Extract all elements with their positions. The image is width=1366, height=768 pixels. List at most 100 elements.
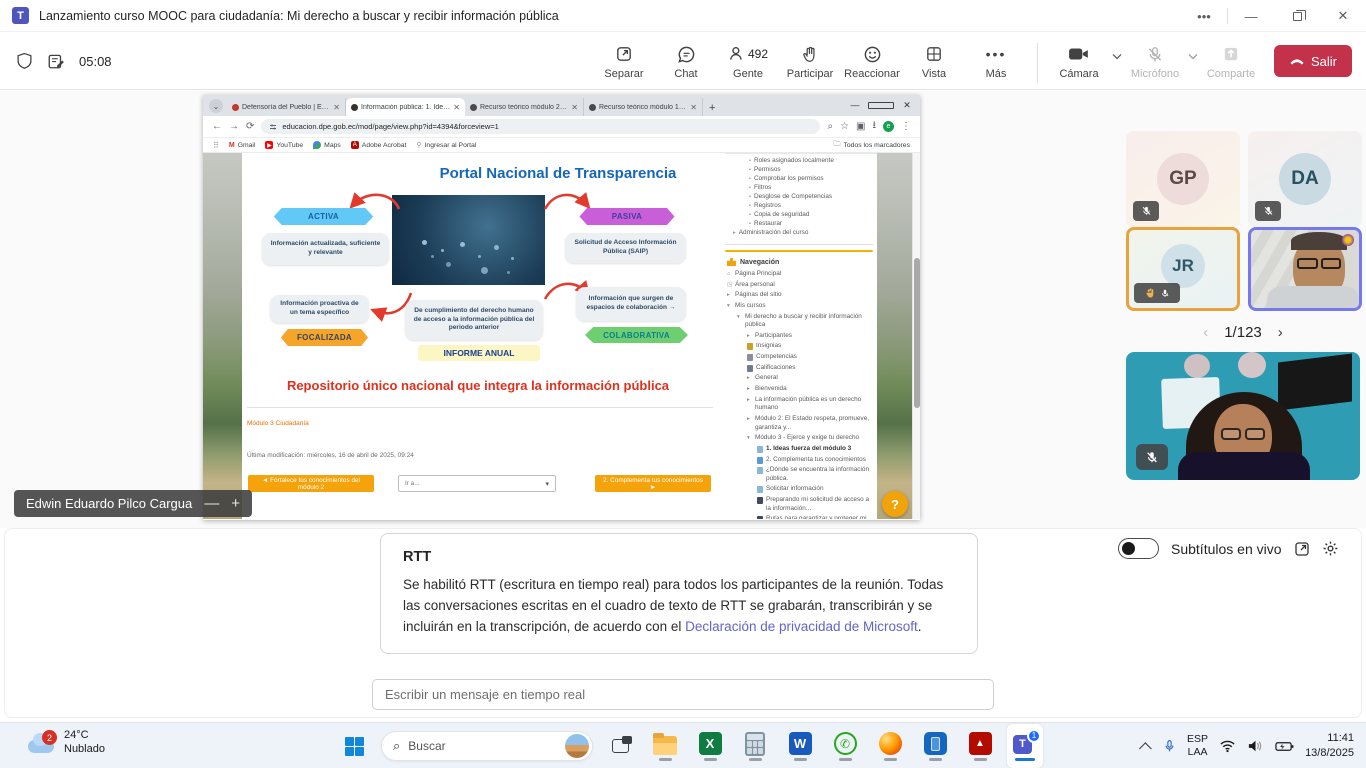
back-icon[interactable]: ← [212, 121, 222, 132]
camera-options-chevron-icon[interactable] [1112, 47, 1122, 65]
profile-avatar[interactable]: e [883, 121, 894, 132]
prev-page-icon[interactable]: ‹ [1203, 324, 1208, 341]
nav-item[interactable]: Insignias [725, 341, 873, 352]
bookmark-acrobat[interactable]: AAdobe Acrobat [351, 141, 407, 149]
taskbar-search[interactable]: ⌕ Buscar [381, 731, 593, 761]
nav-item[interactable]: Solicitar información [725, 484, 873, 495]
next-activity-button[interactable]: 2. Complementa tus conocimientos ► [595, 475, 711, 492]
tray-mic-icon[interactable] [1163, 738, 1176, 754]
start-button[interactable] [336, 724, 372, 768]
taskbar-file-explorer[interactable] [647, 724, 683, 768]
tab-search-icon[interactable]: ⌄ [209, 99, 223, 113]
nav-item[interactable]: ⌂Página Principal [725, 269, 873, 280]
mic-options-chevron-icon[interactable] [1188, 47, 1198, 65]
browser-restore-button[interactable] [868, 95, 894, 115]
browser-tab-4[interactable]: Recurso teórico módulo 1 (1)✕ [584, 98, 703, 116]
tab-close-icon[interactable]: ✕ [333, 103, 340, 112]
mic-button[interactable]: Micrófono [1126, 39, 1184, 80]
admin-menu-item[interactable]: ▪Copia de seguridad [725, 210, 873, 219]
all-bookmarks-button[interactable]: 🗀Todos los marcadores [834, 140, 911, 151]
live-captions-toggle[interactable] [1118, 538, 1159, 559]
reading-list-icon[interactable]: ▣ [856, 121, 865, 132]
meeting-notes-icon[interactable] [47, 52, 65, 70]
browser-tab-1[interactable]: Defensoría del Pueblo | Ecuado✕ [227, 98, 346, 116]
admin-menu-item[interactable]: ▪Comprobar los permisos [725, 174, 873, 183]
share-button[interactable]: Comparte [1202, 39, 1260, 80]
shield-icon[interactable] [16, 52, 33, 70]
taskbar-calculator[interactable] [737, 724, 773, 768]
browser-minimize-button[interactable]: — [842, 95, 868, 115]
browser-menu-icon[interactable]: ⋮ [901, 121, 911, 132]
admin-menu-item[interactable]: ▪Roles asignados localmente [725, 156, 873, 165]
taskbar-teams-active[interactable]: T1 [1007, 724, 1043, 768]
admin-menu-item[interactable]: ▪Desglose de Competencias [725, 192, 873, 201]
browser-tab-2-active[interactable]: Información pública: 1. Ideas fu✕ [346, 98, 465, 116]
download-icon[interactable]: ⭳ [873, 118, 877, 135]
nav-item-current[interactable]: 1. Ideas fuerza del módulo 3 [725, 444, 873, 455]
react-button[interactable]: Reaccionar [843, 39, 901, 80]
nav-item[interactable]: ▸General [725, 373, 873, 384]
nav-item[interactable]: Preparando mi solicitud de acceso a la i… [725, 495, 873, 514]
bookmark-youtube[interactable]: ▶YouTube [265, 141, 303, 149]
bookmark-portal[interactable]: ⚲Ingresar al Portal [416, 141, 476, 149]
clock[interactable]: 11:41 13/8/2025 [1305, 731, 1354, 761]
zoom-in-icon[interactable]: + [231, 495, 240, 512]
bookmark-star-icon[interactable]: ☆ [840, 121, 849, 132]
rtt-message-input[interactable] [372, 679, 994, 710]
view-button[interactable]: Vista [905, 39, 963, 80]
nav-item[interactable]: ¿Dónde se encuentra la información públi… [725, 465, 873, 484]
help-fab-button[interactable]: ? [882, 491, 908, 517]
captions-settings-gear-icon[interactable] [1322, 540, 1339, 557]
minimize-button[interactable]: — [1228, 0, 1274, 32]
weather-widget[interactable]: 2 24°C Nublado [26, 728, 105, 757]
apps-grid-icon[interactable]: ⠿ [213, 141, 219, 150]
leave-button[interactable]: Salir [1274, 45, 1352, 77]
nav-item[interactable]: ▾Mi derecho a buscar y recibir informaci… [725, 312, 873, 331]
admin-menu-item[interactable]: ▸Administración del curso [725, 228, 873, 237]
bookmark-maps[interactable]: Maps [313, 141, 341, 149]
tab-close-icon[interactable]: ✕ [690, 103, 697, 112]
admin-menu-item[interactable]: ▪Filtros [725, 183, 873, 192]
taskbar-word[interactable]: W [782, 724, 818, 768]
nav-item[interactable]: ▸Bienvenida [725, 384, 873, 395]
privacy-statement-link[interactable]: Declaración de privacidad de Microsoft [685, 619, 918, 634]
next-page-icon[interactable]: › [1278, 324, 1283, 341]
page-scrollbar[interactable] [912, 153, 920, 519]
admin-menu-item[interactable]: ▪Permisos [725, 165, 873, 174]
zoom-search-icon[interactable]: ⌕ [827, 121, 833, 132]
nav-item[interactable]: Calificaciones [725, 363, 873, 374]
taskbar-firefox[interactable] [872, 724, 908, 768]
admin-menu-item[interactable]: ▪Registros [725, 201, 873, 210]
bookmark-gmail[interactable]: MGmail [229, 142, 256, 149]
more-button[interactable]: ••• Más [967, 39, 1025, 80]
admin-menu-item[interactable]: ▪Restaurar [725, 219, 873, 228]
camera-button[interactable]: Cámara [1050, 39, 1108, 80]
nav-item[interactable]: Rutas para garantizar y proteger mi dere… [725, 514, 873, 519]
language-indicator[interactable]: ESP LAA [1187, 733, 1208, 759]
zoom-out-icon[interactable]: — [204, 495, 219, 512]
new-tab-button[interactable]: + [709, 102, 715, 114]
participant-tile-gp[interactable]: GP [1126, 131, 1240, 228]
jump-to-select[interactable]: Ir a...▾ [398, 475, 556, 492]
nav-item[interactable]: ▸Módulo 2: El Estado respeta, promueve, … [725, 414, 873, 433]
task-view-button[interactable] [602, 724, 638, 768]
nav-item[interactable]: ▾Módulo 3 - Ejerce y exige tu derecho [725, 433, 873, 444]
close-button[interactable]: ✕ [1320, 0, 1366, 32]
reload-icon[interactable]: ⟳ [246, 121, 254, 132]
taskbar-acrobat[interactable]: ▲ [962, 724, 998, 768]
taskbar-phone-link[interactable] [917, 724, 953, 768]
participant-tile-da[interactable]: DA [1248, 131, 1362, 228]
nav-item[interactable]: Competencias [725, 352, 873, 363]
nav-item[interactable]: ◳Área personal [725, 280, 873, 291]
taskbar-whatsapp[interactable]: ✆ [827, 724, 863, 768]
spotlight-video-tile[interactable] [1126, 352, 1360, 480]
people-button[interactable]: 492 Gente [719, 39, 777, 80]
nav-item[interactable]: ▾Mis cursos [725, 301, 873, 312]
restore-button[interactable] [1274, 0, 1320, 32]
browser-close-button[interactable]: ✕ [894, 95, 920, 115]
nav-item[interactable]: ▸Páginas del sitio [725, 290, 873, 301]
participant-tile-video-speaking[interactable] [1248, 227, 1362, 311]
tab-close-icon[interactable]: ✕ [453, 103, 460, 112]
pop-out-captions-icon[interactable] [1294, 541, 1310, 557]
tab-close-icon[interactable]: ✕ [571, 103, 578, 112]
